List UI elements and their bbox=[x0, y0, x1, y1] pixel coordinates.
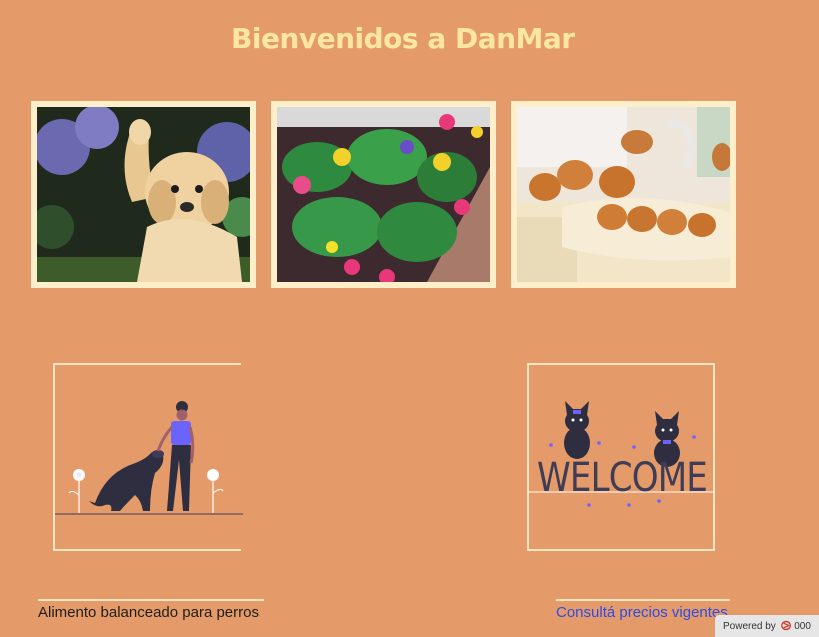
prices-link[interactable]: Consultá precios vigentes bbox=[556, 604, 728, 621]
puppy-photo-frame bbox=[31, 101, 256, 288]
welcome-text: WELCOME bbox=[537, 455, 707, 501]
product-caption: Alimento balanceado para perros bbox=[38, 604, 259, 621]
page-title: Bienvenidos a DanMar bbox=[231, 22, 575, 55]
puppy-waving-photo bbox=[37, 107, 250, 282]
welcome-cats-illustration: WELCOME bbox=[529, 401, 715, 507]
woman-with-dog-frame bbox=[53, 363, 243, 551]
footer-divider-right bbox=[556, 599, 730, 601]
flowers-photo-frame bbox=[271, 101, 496, 288]
puppies-in-sink-photo bbox=[517, 107, 730, 282]
footer-divider-left bbox=[38, 599, 264, 601]
brand-name: 000 bbox=[794, 620, 811, 632]
powered-by-label: Powered by bbox=[723, 620, 776, 632]
woman-with-dog-illustration bbox=[55, 401, 243, 515]
puppies-photo-frame bbox=[511, 101, 736, 288]
powered-by-badge[interactable]: Powered by ⧁ 000 bbox=[715, 615, 819, 637]
welcome-cats-frame: WELCOME bbox=[527, 363, 715, 551]
brand-logo-icon: ⧁ bbox=[780, 618, 792, 633]
flowers-photo bbox=[277, 107, 490, 282]
